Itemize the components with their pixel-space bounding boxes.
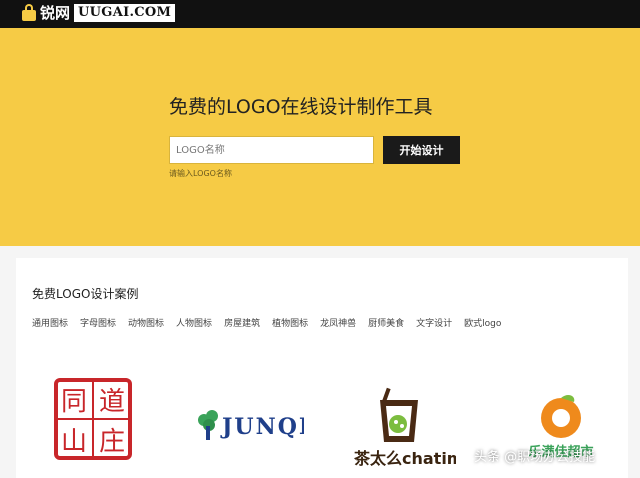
lock-icon [22,4,36,21]
seal-char-1: 同 [61,387,87,417]
seal-char-2: 道 [99,387,125,417]
chatime-en: chatime [402,449,456,468]
category-european[interactable]: 欧式logo [464,316,501,329]
category-plants[interactable]: 植物图标 [272,316,308,329]
category-buildings[interactable]: 房屋建筑 [224,316,260,329]
chatime-cn: 茶太么 [353,449,402,468]
start-design-button[interactable]: 开始设计 [383,136,460,164]
cases-card: 免费LOGO设计案例 通用图标 字母图标 动物图标 人物图标 房屋建筑 植物图标… [16,258,628,478]
site-logo[interactable]: 锐网 UUGAI.COM [22,3,176,22]
top-bar: 锐网 UUGAI.COM [0,0,640,28]
cases-title: 免费LOGO设计案例 [32,287,139,301]
watermark: 头条 @职场办公技能 [474,450,596,465]
logo-name-input[interactable] [169,136,374,164]
seal-char-4: 庄 [99,427,125,457]
category-nav: 通用图标 字母图标 动物图标 人物图标 房屋建筑 植物图标 龙凤神兽 厨师美食 … [32,316,501,329]
category-dragon-phoenix[interactable]: 龙凤神兽 [320,316,356,329]
category-text[interactable]: 文字设计 [416,316,452,329]
category-general[interactable]: 通用图标 [32,316,68,329]
sample-logo-junqi[interactable]: JUNQI [194,406,304,446]
sample-logo-seal[interactable]: 同 道 山 庄 [54,378,132,460]
sample-logo-chatime[interactable]: 茶太么 chatime [346,386,456,468]
category-letters[interactable]: 字母图标 [80,316,116,329]
category-animals[interactable]: 动物图标 [128,316,164,329]
category-people[interactable]: 人物图标 [176,316,212,329]
hero-title: 免费的LOGO在线设计制作工具 [169,96,433,118]
junqi-text: JUNQI [220,414,304,440]
seal-char-3: 山 [61,427,87,457]
logo-text-cn: 锐网 [40,3,71,22]
hero-banner: 免费的LOGO在线设计制作工具 开始设计 请输入LOGO名称 [0,28,640,246]
input-hint: 请输入LOGO名称 [169,169,232,178]
logo-text-en: UUGAI.COM [74,3,176,22]
category-chef-food[interactable]: 厨师美食 [368,316,404,329]
